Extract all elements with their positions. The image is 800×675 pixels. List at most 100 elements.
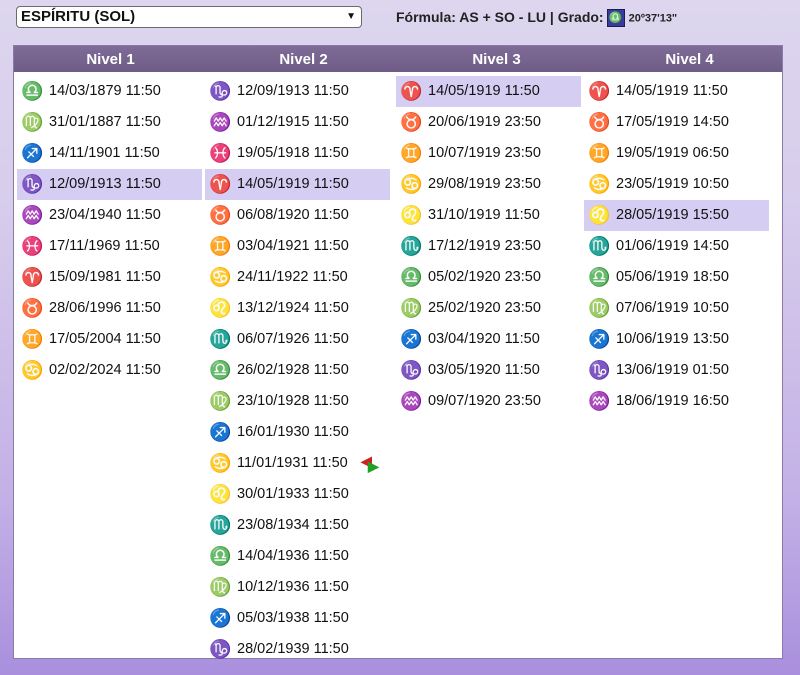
period-row[interactable]: ♎ 14/03/1879 11:50 xyxy=(17,76,202,107)
period-row[interactable]: ♍ 31/01/1887 11:50 xyxy=(17,107,202,138)
period-row[interactable]: ♑ 13/06/1919 01:50 xyxy=(584,355,769,386)
period-row[interactable]: ♊ 19/05/1919 06:50 xyxy=(584,138,769,169)
capricorn-icon: ♑ xyxy=(588,360,611,380)
period-row[interactable]: ♉ 20/06/1919 23:50 xyxy=(396,107,581,138)
period-row[interactable]: ♏ 06/07/1926 11:50 xyxy=(205,324,390,355)
period-row[interactable]: ♏ 17/12/1919 23:50 xyxy=(396,231,581,262)
period-date: 05/03/1938 11:50 xyxy=(237,610,349,626)
header-nivel-4: Nivel 4 xyxy=(665,51,714,68)
period-date: 09/07/1920 23:50 xyxy=(428,393,541,409)
period-date: 12/09/1913 11:50 xyxy=(237,83,349,99)
aries-icon: ♈ xyxy=(21,267,44,287)
aquarius-icon: ♒ xyxy=(21,205,44,225)
period-row[interactable]: ♋ 11/01/1931 11:50 ◀ ▶ xyxy=(205,448,390,479)
levels-panel: Nivel 1 Nivel 2 Nivel 3 Nivel 4 ♎ 14/03/1… xyxy=(13,45,783,659)
period-date: 28/05/1919 15:50 xyxy=(616,207,729,223)
period-row[interactable]: ♒ 18/06/1919 16:50 xyxy=(584,386,769,417)
taurus-icon: ♉ xyxy=(588,112,611,132)
period-row[interactable]: ♎ 26/02/1928 11:50 xyxy=(205,355,390,386)
period-row[interactable]: ♐ 05/03/1938 11:50 xyxy=(205,603,390,634)
sagittarius-icon: ♐ xyxy=(209,608,232,628)
leo-icon: ♌ xyxy=(209,484,232,504)
scorpio-icon: ♏ xyxy=(209,329,232,349)
period-row[interactable]: ♏ 23/08/1934 11:50 xyxy=(205,510,390,541)
header-nivel-1: Nivel 1 xyxy=(86,51,135,68)
period-row[interactable]: ♑ 12/09/1913 11:50 xyxy=(17,169,202,200)
period-row[interactable]: ♉ 28/06/1996 11:50 xyxy=(17,293,202,324)
period-row[interactable]: ♌ 13/12/1924 11:50 xyxy=(205,293,390,324)
grado-value: 20º37'13" xyxy=(628,12,678,25)
formula-label: Fórmula: AS + SO - LU | Grado: xyxy=(396,9,604,25)
period-row[interactable]: ♐ 03/04/1920 11:50 xyxy=(396,324,581,355)
period-row[interactable]: ♓ 17/11/1969 11:50 xyxy=(17,231,202,262)
period-row[interactable]: ♑ 03/05/1920 11:50 xyxy=(396,355,581,386)
cancer-icon: ♋ xyxy=(588,174,611,194)
period-row[interactable]: ♏ 01/06/1919 14:50 xyxy=(584,231,769,262)
period-row[interactable]: ♎ 05/02/1920 23:50 xyxy=(396,262,581,293)
green-arrow-right-icon: ▶ xyxy=(368,458,379,474)
period-row[interactable]: ♐ 10/06/1919 13:50 xyxy=(584,324,769,355)
period-row[interactable]: ♈ 14/05/1919 11:50 xyxy=(205,169,390,200)
period-row[interactable]: ♍ 25/02/1920 23:50 xyxy=(396,293,581,324)
period-date: 28/02/1939 11:50 xyxy=(237,641,349,657)
period-row[interactable]: ♌ 31/10/1919 11:50 xyxy=(396,200,581,231)
period-row[interactable]: ♈ 14/05/1919 11:50 xyxy=(584,76,769,107)
period-row[interactable]: ♋ 29/08/1919 23:50 xyxy=(396,169,581,200)
period-row[interactable]: ♌ 28/05/1919 15:50 xyxy=(584,200,769,231)
period-row[interactable]: ♈ 15/09/1981 11:50 xyxy=(17,262,202,293)
virgo-icon: ♍ xyxy=(209,391,232,411)
period-row[interactable]: ♎ 14/04/1936 11:50 xyxy=(205,541,390,572)
period-select-value: ESPÍRITU (SOL) xyxy=(21,8,136,25)
period-date: 28/06/1996 11:50 xyxy=(49,300,161,316)
period-row[interactable]: ♑ 28/02/1939 11:50 xyxy=(205,634,390,665)
period-row[interactable]: ♍ 10/12/1936 11:50 xyxy=(205,572,390,603)
period-row[interactable]: ♌ 30/01/1933 11:50 xyxy=(205,479,390,510)
period-date: 17/05/1919 14:50 xyxy=(616,114,729,130)
period-date: 20/06/1919 23:50 xyxy=(428,114,541,130)
period-row[interactable]: ♈ 14/05/1919 11:50 xyxy=(396,76,581,107)
period-row[interactable]: ♊ 10/07/1919 23:50 xyxy=(396,138,581,169)
virgo-icon: ♍ xyxy=(209,577,232,597)
period-row[interactable]: ♍ 07/06/1919 10:50 xyxy=(584,293,769,324)
period-row[interactable]: ♋ 02/02/2024 11:50 xyxy=(17,355,202,386)
header-nivel-2: Nivel 2 xyxy=(279,51,328,68)
period-row[interactable]: ♍ 23/10/1928 11:50 xyxy=(205,386,390,417)
period-select[interactable]: ESPÍRITU (SOL) ▼ xyxy=(16,6,362,28)
period-date: 16/01/1930 11:50 xyxy=(237,424,349,440)
period-row[interactable]: ♉ 06/08/1920 11:50 xyxy=(205,200,390,231)
swap-arrows-icon[interactable]: ◀ ▶ xyxy=(361,448,385,479)
aries-icon: ♈ xyxy=(209,174,232,194)
period-row[interactable]: ♉ 17/05/1919 14:50 xyxy=(584,107,769,138)
period-date: 14/11/1901 11:50 xyxy=(49,145,160,161)
period-date: 10/06/1919 13:50 xyxy=(616,331,729,347)
period-row[interactable]: ♎ 05/06/1919 18:50 xyxy=(584,262,769,293)
virgo-icon: ♍ xyxy=(588,298,611,318)
period-date: 17/05/2004 11:50 xyxy=(49,331,161,347)
taurus-icon: ♉ xyxy=(400,112,423,132)
period-date: 14/05/1919 11:50 xyxy=(237,176,349,192)
levels-header: Nivel 1 Nivel 2 Nivel 3 Nivel 4 xyxy=(14,46,782,72)
period-row[interactable]: ♋ 23/05/1919 10:50 xyxy=(584,169,769,200)
period-row[interactable]: ♑ 12/09/1913 11:50 xyxy=(205,76,390,107)
period-row[interactable]: ♒ 09/07/1920 23:50 xyxy=(396,386,581,417)
taurus-icon: ♉ xyxy=(21,298,44,318)
caret-down-icon[interactable]: ▼ xyxy=(346,7,356,27)
period-row[interactable]: ♊ 03/04/1921 11:50 xyxy=(205,231,390,262)
column-nivel-4: ♈ 14/05/1919 11:50 ♉ 17/05/1919 14:50 ♊ 19/05… xyxy=(584,76,769,417)
period-row[interactable]: ♐ 14/11/1901 11:50 xyxy=(17,138,202,169)
libra-icon: ♎ xyxy=(209,360,232,380)
period-date: 01/12/1915 11:50 xyxy=(237,114,349,130)
period-date: 12/09/1913 11:50 xyxy=(49,176,161,192)
sagittarius-icon: ♐ xyxy=(209,422,232,442)
libra-icon: ♎ xyxy=(588,267,611,287)
period-row[interactable]: ♐ 16/01/1930 11:50 xyxy=(205,417,390,448)
capricorn-icon: ♑ xyxy=(209,639,232,659)
period-row[interactable]: ♓ 19/05/1918 11:50 xyxy=(205,138,390,169)
period-row[interactable]: ♊ 17/05/2004 11:50 xyxy=(17,324,202,355)
period-row[interactable]: ♒ 23/04/1940 11:50 xyxy=(17,200,202,231)
libra-icon: ♎ xyxy=(400,267,423,287)
period-row[interactable]: ♒ 01/12/1915 11:50 xyxy=(205,107,390,138)
period-date: 19/05/1918 11:50 xyxy=(237,145,349,161)
period-date: 23/05/1919 10:50 xyxy=(616,176,729,192)
period-row[interactable]: ♋ 24/11/1922 11:50 xyxy=(205,262,390,293)
